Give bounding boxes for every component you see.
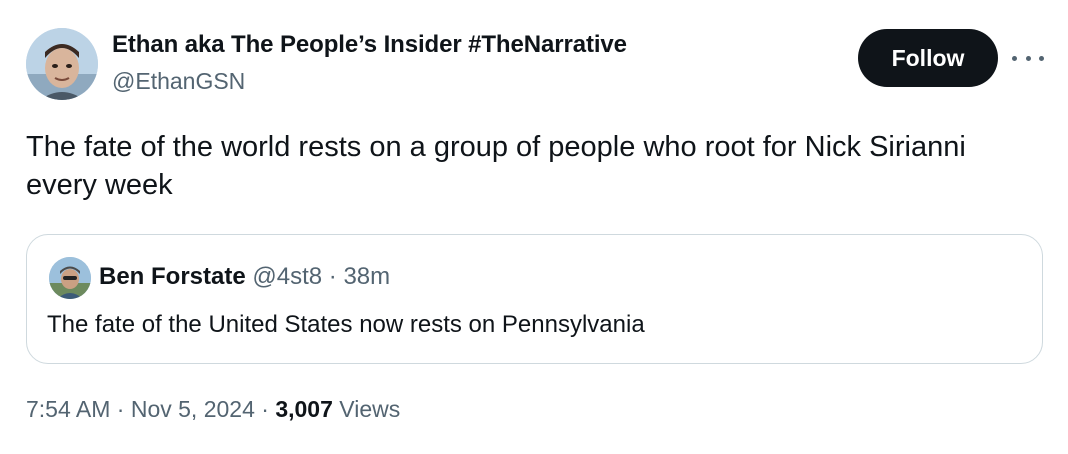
quote-handle[interactable]: @4st8 xyxy=(252,263,322,290)
tweet-meta-row: 7:54 AM · Nov 5, 2024 · 3,007 Views xyxy=(26,396,400,423)
author-display-name[interactable]: Ethan aka The People’s Insider #TheNarra… xyxy=(112,31,627,59)
quote-text: The fate of the United States now rests … xyxy=(47,311,645,338)
quote-author-row: Ben Forstate @4st8 · 38m xyxy=(99,263,390,291)
tweet-text: The fate of the world rests on a group o… xyxy=(26,131,966,201)
quote-time[interactable]: 38m xyxy=(343,263,390,290)
meta-separator: · xyxy=(254,396,276,422)
author-handle[interactable]: @EthanGSN xyxy=(112,68,245,95)
more-dot xyxy=(1012,55,1017,61)
views-label: Views xyxy=(332,396,401,422)
follow-button[interactable]: Follow xyxy=(858,29,998,87)
meta-separator: · xyxy=(110,396,131,422)
quote-author-avatar[interactable] xyxy=(49,257,91,299)
more-dot xyxy=(1039,55,1044,61)
author-avatar[interactable] xyxy=(26,28,98,100)
quote-display-name[interactable]: Ben Forstate xyxy=(99,263,246,290)
views-count[interactable]: 3,007 xyxy=(275,396,333,422)
more-dot xyxy=(1025,55,1031,61)
quote-separator: · xyxy=(322,263,344,290)
quoted-tweet-card[interactable]: Ben Forstate @4st8 · 38m The fate of the… xyxy=(26,234,1043,364)
tweet-time[interactable]: 7:54 AM xyxy=(26,396,110,422)
quote-avatar-image xyxy=(49,257,91,299)
more-horizontal-icon[interactable] xyxy=(1012,44,1044,72)
avatar-image xyxy=(26,28,98,100)
tweet-date[interactable]: Nov 5, 2024 xyxy=(131,396,255,422)
